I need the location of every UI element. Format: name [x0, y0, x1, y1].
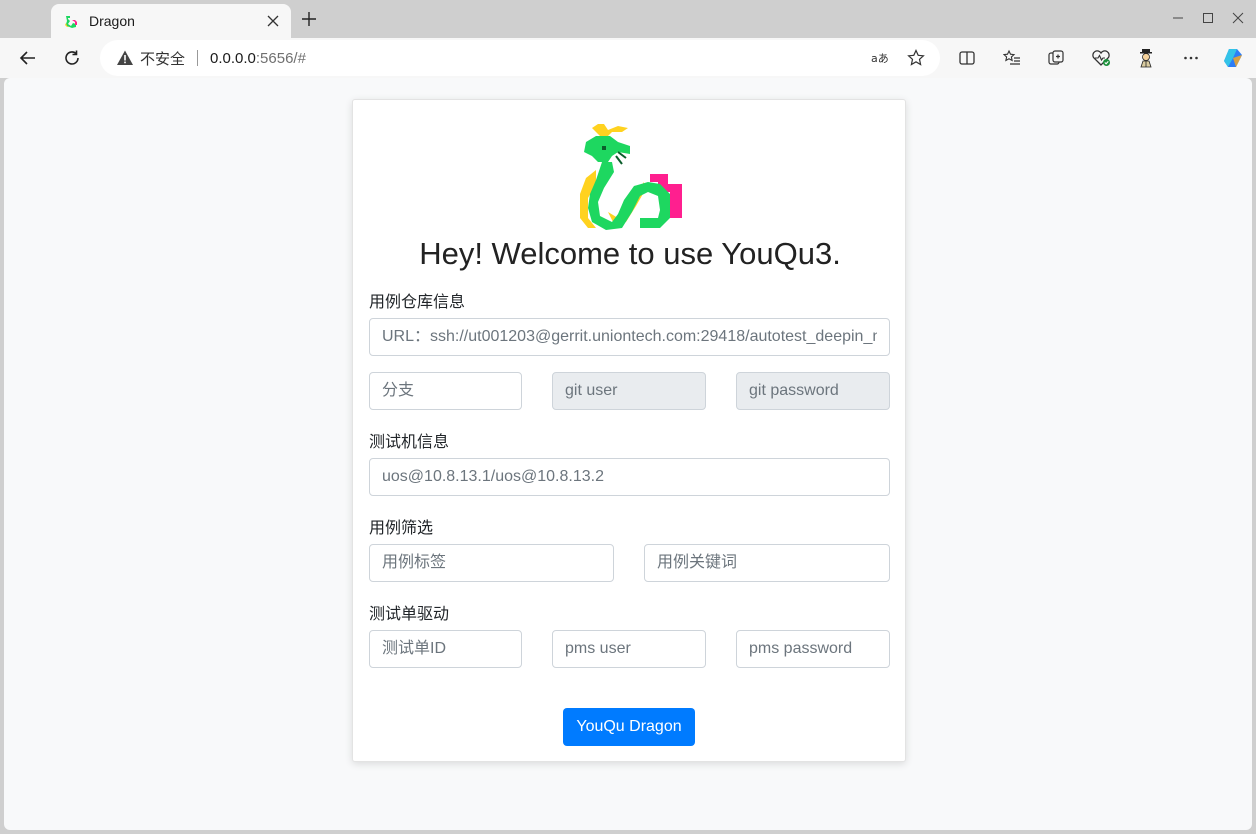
- browser-tab[interactable]: Dragon: [51, 4, 291, 38]
- testlist-id-input[interactable]: [369, 630, 522, 668]
- maximize-window-icon[interactable]: [1193, 6, 1223, 30]
- refresh-icon[interactable]: [56, 42, 88, 74]
- close-tab-icon[interactable]: [265, 13, 281, 29]
- pms-password-input[interactable]: [736, 630, 890, 668]
- page-viewport: Hey! Welcome to use YouQu3. 用例仓库信息 测试机信息…: [4, 78, 1252, 830]
- tab-title: Dragon: [89, 13, 135, 29]
- branch-input[interactable]: [369, 372, 522, 410]
- collections-icon[interactable]: [1040, 42, 1072, 74]
- browser-health-icon[interactable]: [1085, 42, 1117, 74]
- minimize-window-icon[interactable]: [1163, 6, 1193, 30]
- address-divider: [197, 50, 199, 66]
- svg-text:aあ: aあ: [871, 52, 889, 65]
- git-user-input[interactable]: [552, 372, 706, 410]
- repo-info-label: 用例仓库信息: [369, 294, 466, 311]
- address-bar[interactable]: 不安全 0.0.0.0 :5656/# aあ: [100, 40, 940, 76]
- test-machine-input[interactable]: [369, 458, 890, 496]
- close-window-icon[interactable]: [1223, 6, 1253, 30]
- case-tag-input[interactable]: [369, 544, 614, 582]
- copilot-icon[interactable]: [1217, 42, 1249, 74]
- machine-info-label: 测试机信息: [369, 434, 450, 451]
- testlist-driver-label: 测试单驱动: [369, 606, 450, 623]
- git-password-input[interactable]: [736, 372, 890, 410]
- browser-toolbar: 不安全 0.0.0.0 :5656/# aあ: [0, 38, 1256, 78]
- welcome-heading: Hey! Welcome to use YouQu3.: [419, 236, 841, 271]
- youqu-dragon-submit-button[interactable]: YouQu Dragon: [563, 708, 695, 746]
- favorites-list-icon[interactable]: [996, 42, 1028, 74]
- new-tab-button[interactable]: [298, 8, 320, 30]
- read-aloud-icon[interactable]: aあ: [866, 44, 894, 72]
- back-arrow-icon[interactable]: [12, 42, 44, 74]
- dragon-favicon-icon: [63, 13, 79, 29]
- warning-icon[interactable]: [116, 49, 134, 67]
- case-filter-label: 用例筛选: [369, 520, 434, 537]
- extension-character-icon[interactable]: [1130, 42, 1162, 74]
- url-path: :5656/#: [255, 49, 306, 67]
- login-card: Hey! Welcome to use YouQu3. 用例仓库信息 测试机信息…: [352, 99, 906, 762]
- url-host: 0.0.0.0: [210, 49, 256, 67]
- security-label[interactable]: 不安全: [140, 48, 185, 69]
- pms-user-input[interactable]: [552, 630, 706, 668]
- more-options-icon[interactable]: [1175, 42, 1207, 74]
- repo-url-input[interactable]: [369, 318, 890, 356]
- case-keyword-input[interactable]: [644, 544, 890, 582]
- dragon-logo-icon: [580, 124, 682, 230]
- split-screen-icon[interactable]: [951, 42, 983, 74]
- browser-titlebar: Dragon: [0, 0, 1256, 38]
- favorite-star-icon[interactable]: [902, 44, 930, 72]
